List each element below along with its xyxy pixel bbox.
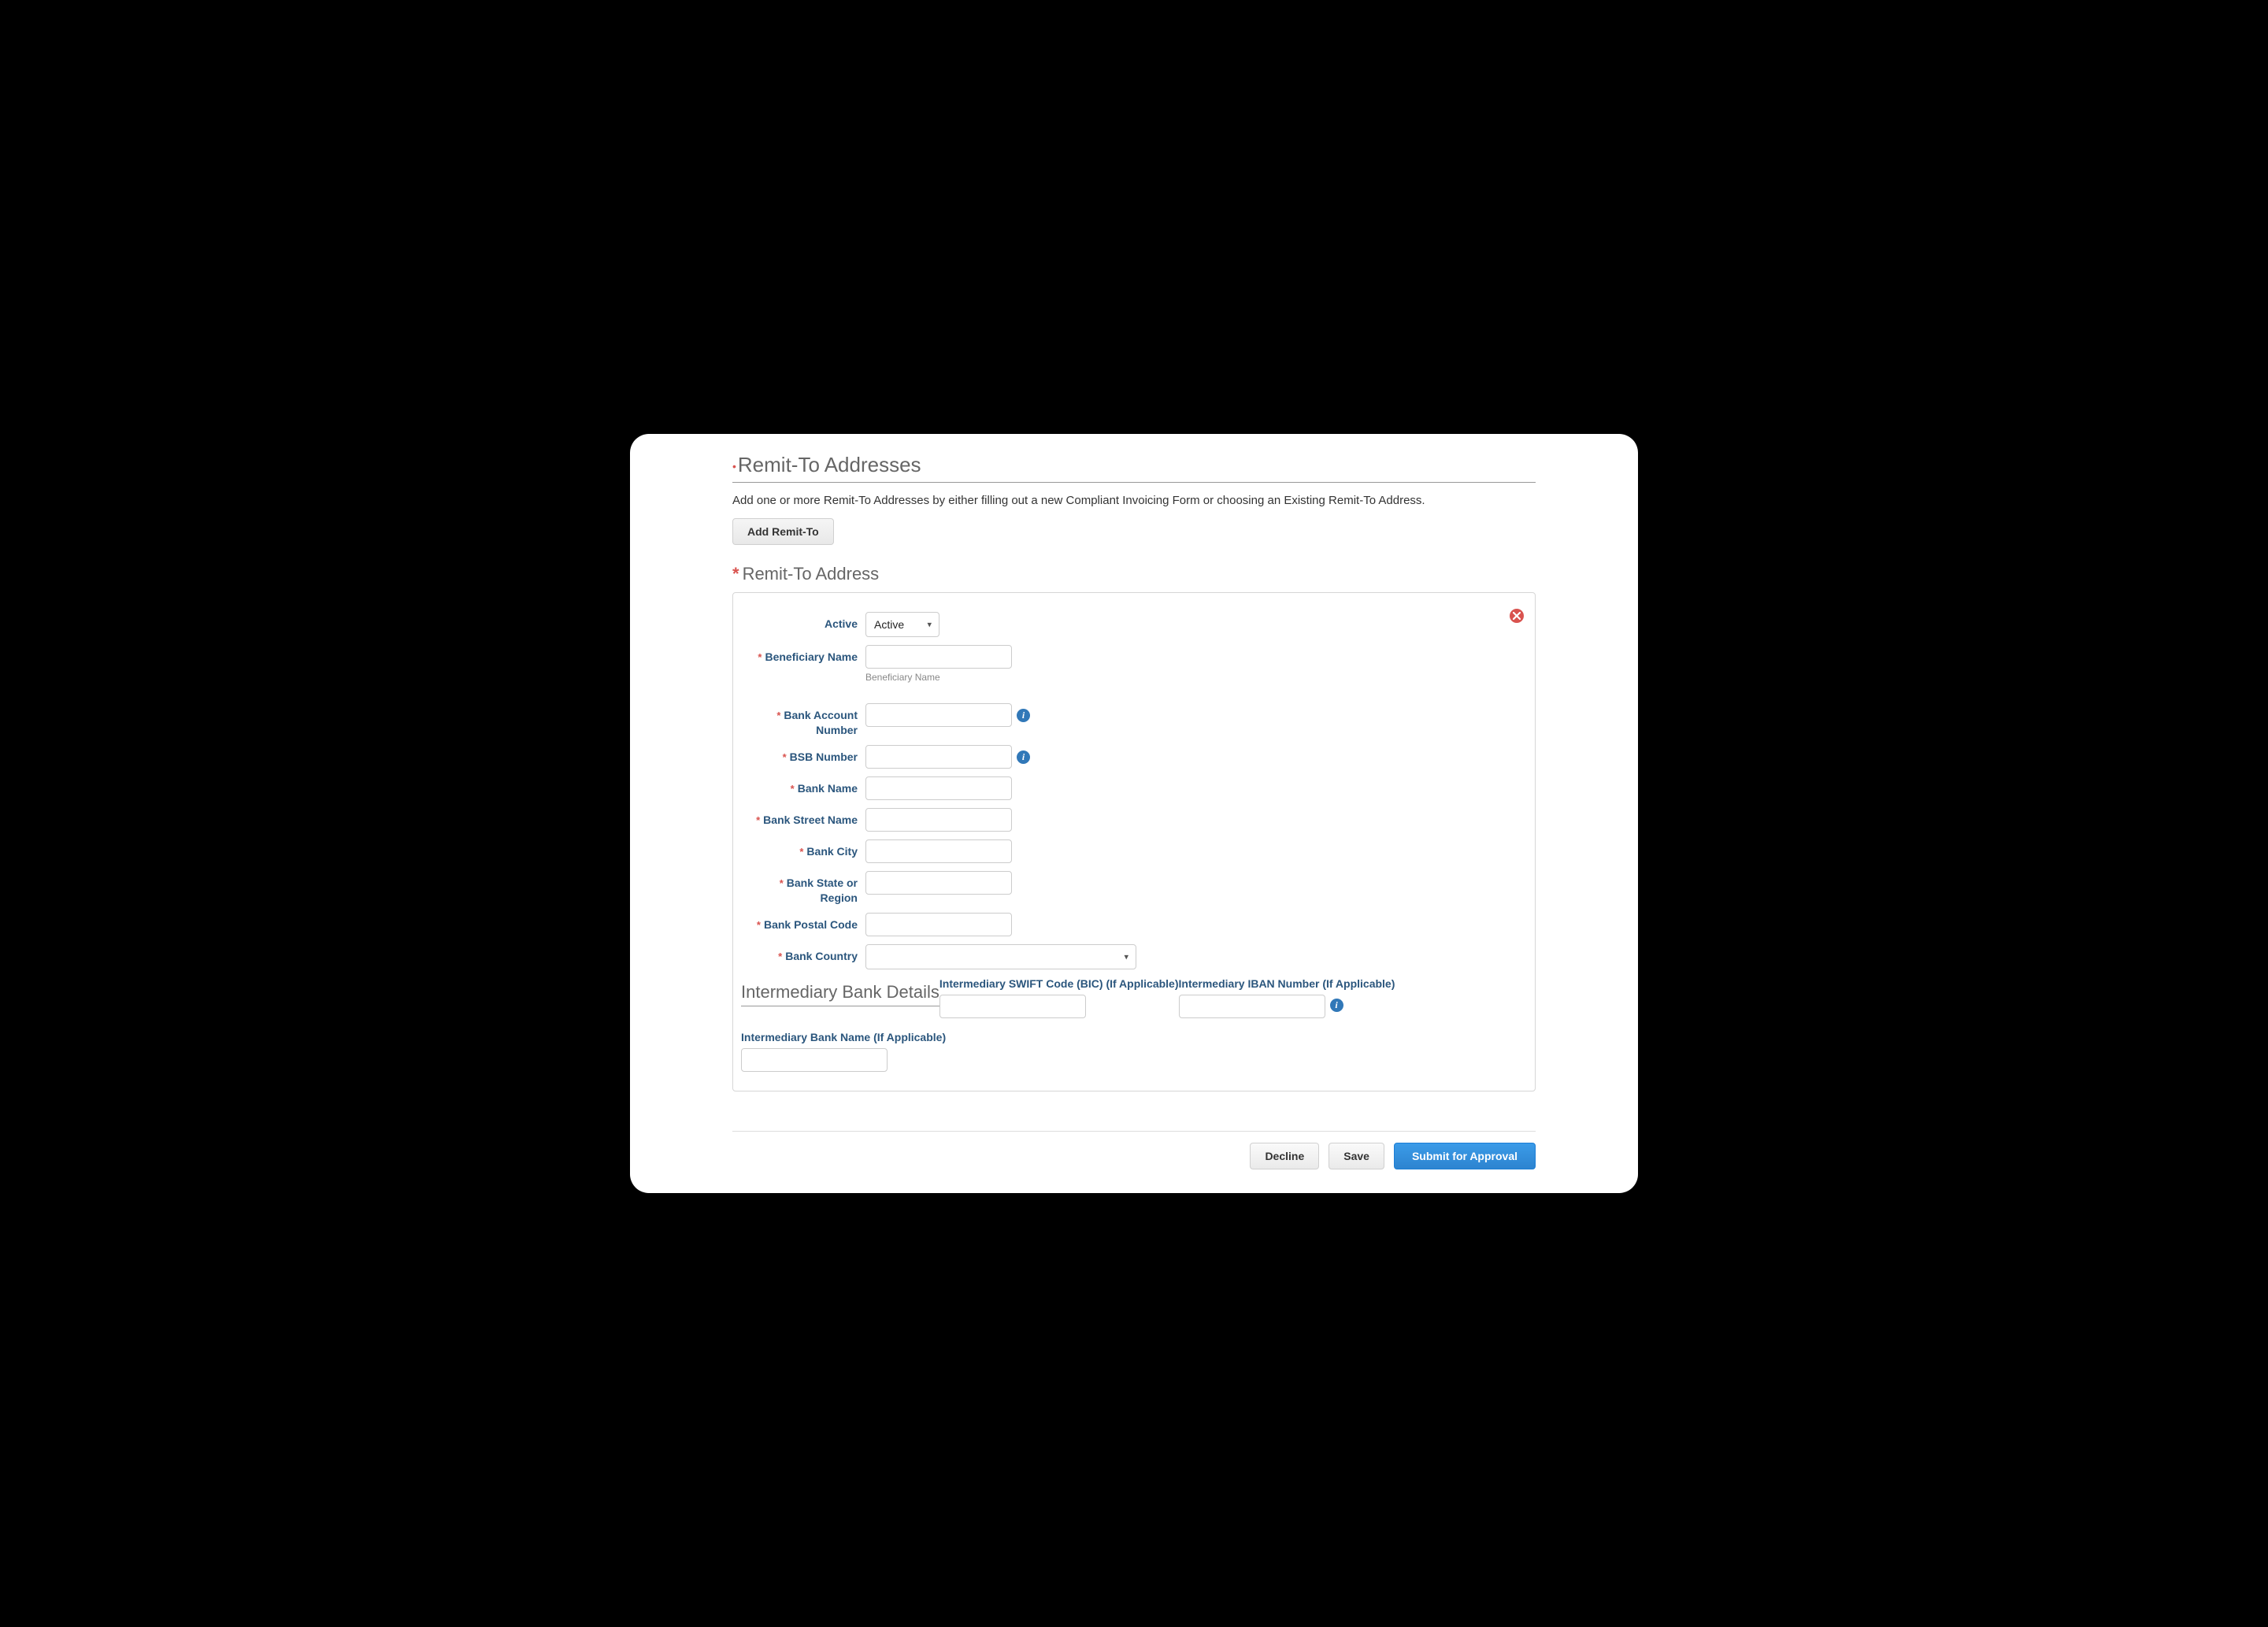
sub-section-title-text: Remit-To Address (743, 564, 880, 584)
close-icon[interactable] (1510, 609, 1524, 623)
intermediary-bank-name-label: Intermediary Bank Name (If Applicable) (741, 1031, 1527, 1043)
section-title: •Remit-To Addresses (732, 453, 1536, 483)
beneficiary-name-hint: Beneficiary Name (865, 672, 1012, 683)
sub-section-title: *Remit-To Address (732, 564, 1536, 584)
intermediary-bank-name-input[interactable] (741, 1048, 888, 1072)
active-label: Active (741, 612, 865, 631)
bank-country-select[interactable] (865, 944, 1136, 969)
info-icon[interactable]: i (1330, 999, 1343, 1012)
bank-state-region-label: *Bank State or Region (741, 871, 865, 905)
bank-country-label: *Bank Country (741, 944, 865, 964)
bank-state-region-input[interactable] (865, 871, 1012, 895)
bank-name-label: *Bank Name (741, 776, 865, 796)
bank-postal-code-input[interactable] (865, 913, 1012, 936)
bank-street-name-label: *Bank Street Name (741, 808, 865, 828)
bank-postal-code-label: *Bank Postal Code (741, 913, 865, 932)
divider (732, 1131, 1536, 1132)
active-select[interactable]: Active (865, 612, 939, 637)
remit-to-panel: Active Active ▾ *Beneficiary Name Benefi… (732, 592, 1536, 1091)
add-remit-to-button[interactable]: Add Remit-To (732, 518, 834, 545)
decline-button[interactable]: Decline (1250, 1143, 1319, 1169)
bsb-number-label: *BSB Number (741, 745, 865, 765)
required-star-icon: * (732, 564, 739, 584)
bank-city-input[interactable] (865, 839, 1012, 863)
intermediary-heading: Intermediary Bank Details (741, 982, 939, 1006)
bank-account-number-label: *Bank Account Number (741, 703, 865, 737)
bank-account-number-input[interactable] (865, 703, 1012, 727)
intermediary-swift-input[interactable] (939, 995, 1086, 1018)
action-bar: Decline Save Submit for Approval (732, 1143, 1536, 1169)
section-title-text: Remit-To Addresses (738, 453, 921, 476)
bank-street-name-input[interactable] (865, 808, 1012, 832)
submit-for-approval-button[interactable]: Submit for Approval (1394, 1143, 1536, 1169)
intermediary-swift-label: Intermediary SWIFT Code (BIC) (If Applic… (939, 977, 1179, 990)
beneficiary-name-label: *Beneficiary Name (741, 645, 865, 665)
intro-text: Add one or more Remit-To Addresses by ei… (732, 494, 1536, 507)
save-button[interactable]: Save (1329, 1143, 1384, 1169)
bank-city-label: *Bank City (741, 839, 865, 859)
bsb-number-input[interactable] (865, 745, 1012, 769)
required-dot-icon: • (732, 460, 736, 473)
intermediary-iban-label: Intermediary IBAN Number (If Applicable) (1179, 977, 1395, 990)
info-icon[interactable]: i (1017, 750, 1030, 764)
content-area: •Remit-To Addresses Add one or more Remi… (732, 453, 1536, 1169)
beneficiary-name-input[interactable] (865, 645, 1012, 669)
bank-name-input[interactable] (865, 776, 1012, 800)
form-window: •Remit-To Addresses Add one or more Remi… (630, 434, 1638, 1193)
info-icon[interactable]: i (1017, 709, 1030, 722)
intermediary-iban-input[interactable] (1179, 995, 1325, 1018)
